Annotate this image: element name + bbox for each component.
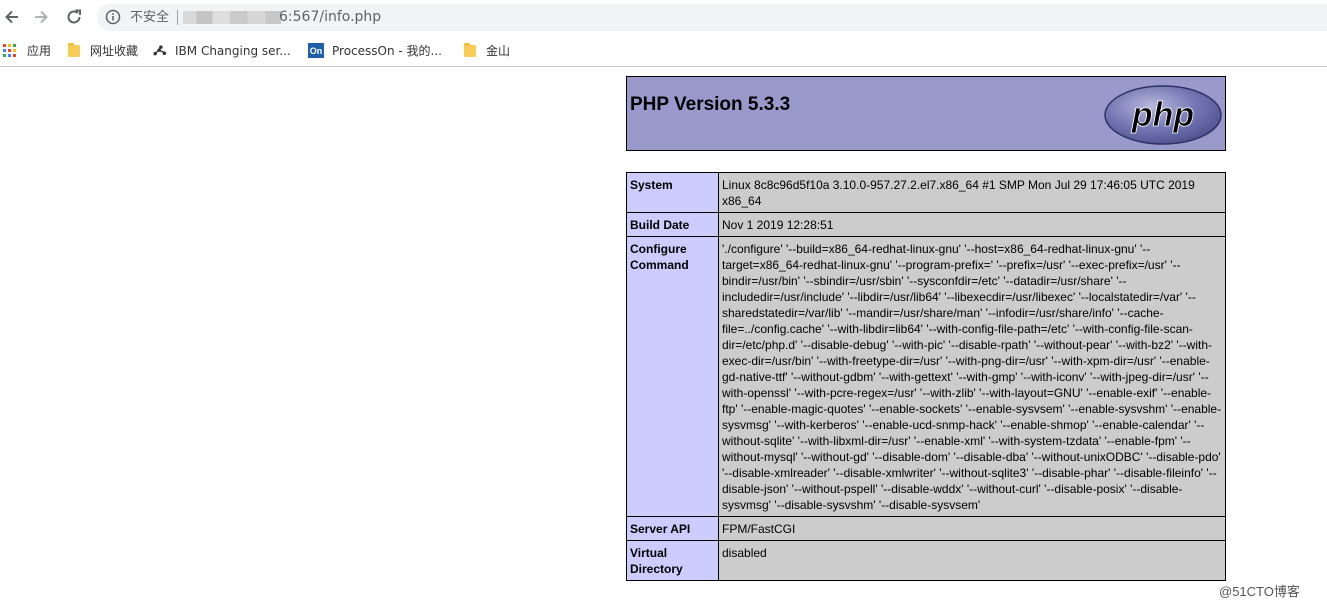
bookmarks-bar: 应用 网址收藏 IBM Changing ser... On ProcessOn… (0, 35, 1327, 67)
row-key: Configure Command (626, 236, 719, 517)
row-key: System (626, 172, 719, 213)
security-label[interactable]: 不安全 (130, 9, 169, 26)
cloud-network-icon (153, 44, 167, 55)
blurred-host (183, 11, 281, 24)
bookmark-jinshan[interactable]: 金山 (464, 35, 510, 66)
php-logo-icon: php (1104, 85, 1222, 145)
forward-button[interactable] (29, 5, 53, 29)
reload-icon (67, 9, 81, 24)
address-bar[interactable]: 不安全 6:567/info.php (97, 4, 1327, 31)
table-row: Virtual Directory disabled (626, 540, 1226, 581)
table-row: Configure Command './configure' '--build… (626, 236, 1226, 517)
url-text[interactable]: 6:567/info.php (279, 9, 381, 26)
bookmark-label: ProcessOn - 我的... (332, 44, 442, 58)
php-version-title: PHP Version 5.3.3 (630, 94, 791, 115)
bookmark-url-favorites[interactable]: 网址收藏 (68, 35, 138, 66)
bookmark-label: 应用 (27, 44, 52, 58)
address-divider (177, 10, 178, 25)
row-key: Server API (626, 516, 719, 541)
row-key: Build Date (626, 212, 719, 237)
bookmark-label: 金山 (486, 44, 511, 58)
table-row: Server API FPM/FastCGI (626, 516, 1226, 541)
php-info-table: System Linux 8c8c96d5f10a 3.10.0-957.27.… (626, 172, 1226, 581)
row-value: Nov 1 2019 12:28:51 (718, 212, 1226, 237)
info-circle-icon[interactable] (105, 9, 121, 25)
bookmark-apps[interactable]: 应用 (3, 35, 51, 66)
folder-icon (464, 42, 476, 57)
site-watermark: @51CTO博客 (1219, 584, 1300, 599)
row-key: Virtual Directory (626, 540, 719, 581)
apps-grid-icon (3, 43, 17, 58)
bookmark-label: 网址收藏 (90, 44, 139, 58)
table-row: System Linux 8c8c96d5f10a 3.10.0-957.27.… (626, 172, 1226, 213)
row-value: FPM/FastCGI (718, 516, 1226, 541)
row-value: './configure' '--build=x86_64-redhat-lin… (718, 236, 1226, 517)
reload-button[interactable] (62, 5, 86, 29)
row-value: disabled (718, 540, 1226, 581)
bookmark-ibm[interactable]: IBM Changing ser... (153, 35, 291, 66)
svg-text:php: php (1131, 96, 1194, 134)
arrow-right-icon (35, 10, 48, 24)
bookmark-processon[interactable]: On ProcessOn - 我的... (308, 35, 442, 66)
bookmark-label: IBM Changing ser... (175, 43, 291, 58)
folder-icon (68, 42, 80, 57)
processon-icon: On (308, 43, 324, 58)
browser-toolbar: 不安全 6:567/info.php (0, 0, 1327, 35)
php-version-header: PHP Version 5.3.3 php (626, 76, 1226, 151)
phpinfo-page: PHP Version 5.3.3 php System Linux 8c8c9… (626, 76, 1226, 581)
back-button[interactable] (0, 5, 24, 29)
table-row: Build Date Nov 1 2019 12:28:51 (626, 212, 1226, 237)
row-value: Linux 8c8c96d5f10a 3.10.0-957.27.2.el7.x… (718, 172, 1226, 213)
arrow-left-icon (5, 10, 18, 24)
